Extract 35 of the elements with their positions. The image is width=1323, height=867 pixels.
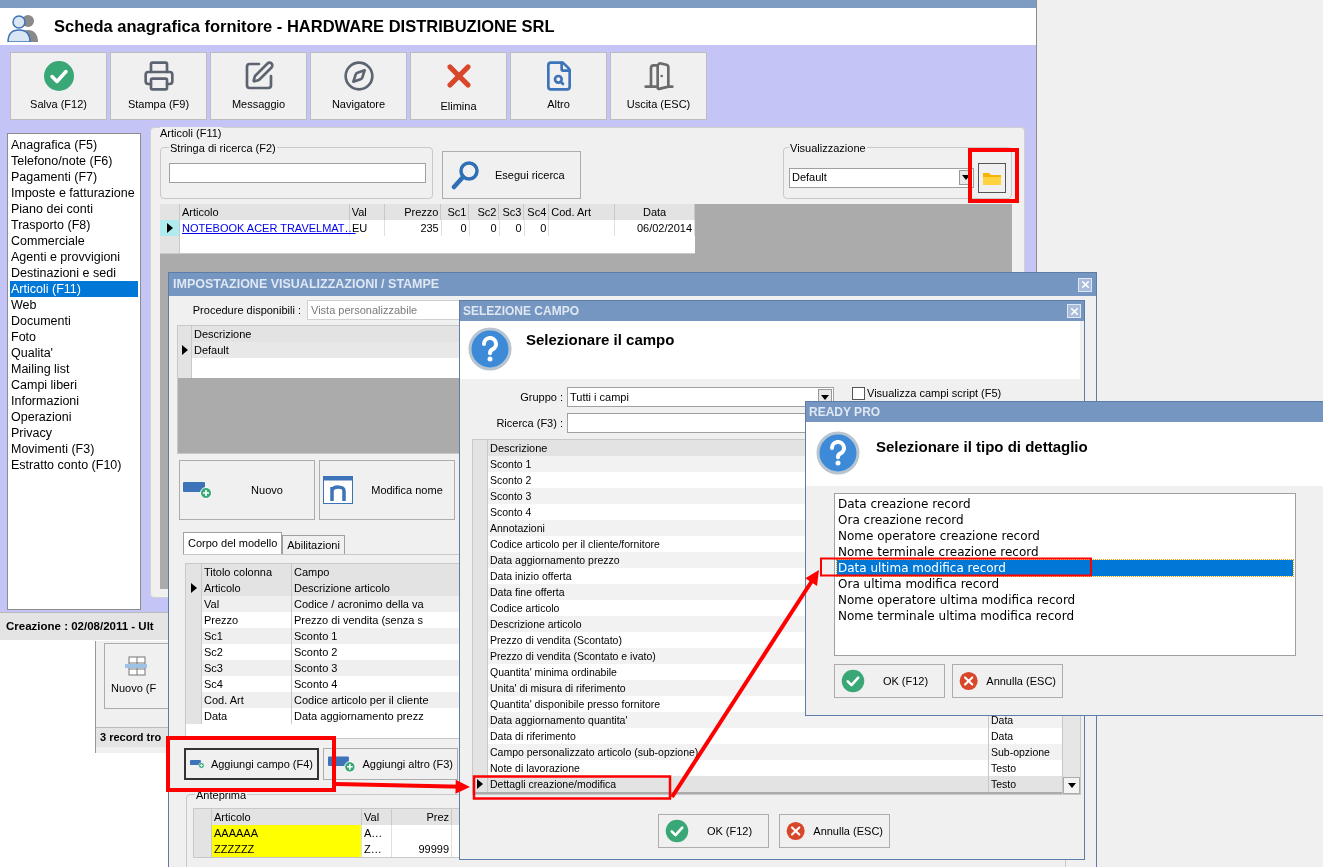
status-text: 3 record tro <box>100 730 162 746</box>
dialog-title: IMPOSTAZIONE VISUALIZZAZIONI / STAMPE <box>173 276 440 294</box>
table-cell-text: Data <box>990 713 1015 728</box>
field-label: Gruppo : <box>519 389 563 405</box>
table-cell-text: Codice articolo per il cliente <box>293 693 430 708</box>
field-label: Ricerca (F3) : <box>495 415 563 431</box>
column-header: Prez <box>392 808 452 825</box>
dialog-heading: Selezionare il campo <box>526 330 675 350</box>
panel-title: Articoli (F11) <box>160 127 222 139</box>
column-header: Descrizione <box>193 327 253 342</box>
field-label: Procedure disponibili : <box>191 302 301 318</box>
table-cell: A… <box>362 824 392 841</box>
table-cell-text: Sconto 1 <box>293 629 339 644</box>
table-cell-text: Sub-opzione <box>990 745 1051 760</box>
status-text: Creazione : 02/08/2011 - Ult <box>6 618 154 634</box>
table-cell: 99999 <box>392 840 452 857</box>
dialog-title: SELEZIONE CAMPO <box>463 303 579 320</box>
table-cell: Z… <box>362 840 392 857</box>
table-cell-text: Descrizione articolo <box>293 581 391 596</box>
column-header: Val <box>362 808 392 825</box>
table-cell-text: Codice / acronimo della va <box>293 597 425 612</box>
table-cell-text: Sconto 2 <box>293 645 339 660</box>
table-cell-text: Default <box>193 343 230 358</box>
table-cell: Dettagli creazione/modifica <box>488 776 989 792</box>
table-cell-text: Data <box>990 729 1015 744</box>
table-cell: Data <box>202 708 292 724</box>
column-header: Articolo <box>212 808 362 825</box>
table-cell-text: Prezzo di vendita (senza s <box>293 613 424 628</box>
window-title: Scheda anagrafica fornitore - HARDWARE DISTRIBUZIONE SRL <box>54 16 555 38</box>
table-cell-text: Sconto 4 <box>293 677 339 692</box>
table-cell-text: Testo <box>990 777 1018 792</box>
table-cell-text: Testo <box>990 761 1018 776</box>
dialog-title: READY PRO <box>809 404 881 421</box>
table-cell-text: Data aggiornamento prezz <box>293 709 425 724</box>
table-cell-text: Sconto 3 <box>293 661 339 676</box>
